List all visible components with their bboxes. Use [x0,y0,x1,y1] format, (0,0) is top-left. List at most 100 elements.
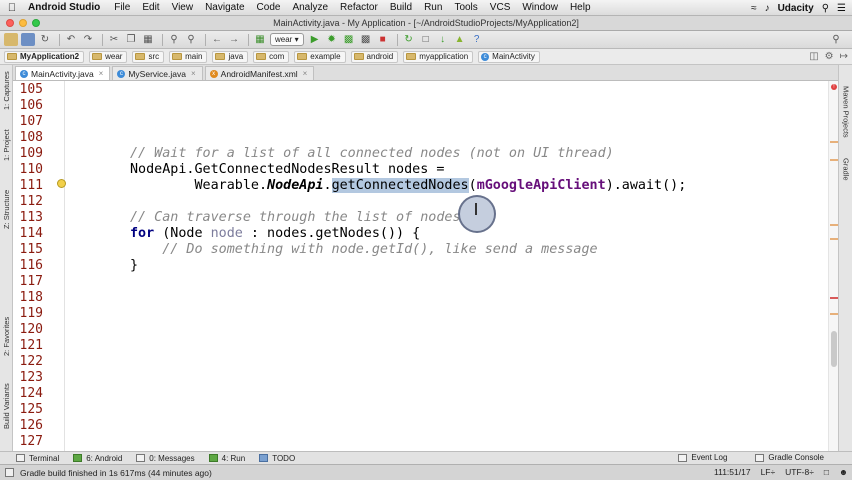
warning-marker[interactable] [830,224,838,226]
close-window-icon[interactable] [6,19,14,27]
apple-menu-icon[interactable]:  [0,2,24,14]
forward-icon[interactable]: → [227,33,241,46]
menu-analyze[interactable]: Analyze [286,2,334,13]
attach-debugger-icon[interactable]: ▩ [359,33,373,46]
menu-edit[interactable]: Edit [136,2,165,13]
editor-scrollbar[interactable]: ! [828,81,838,451]
lock-icon[interactable]: □ [824,467,829,477]
run-tool-button[interactable]: 4: Run [208,454,245,463]
intention-lightbulb-icon[interactable] [57,179,66,188]
run-icon[interactable]: ▶ [308,33,322,46]
paste-icon[interactable]: ▦ [141,33,155,46]
replace-icon[interactable]: ⚲ [184,33,198,46]
warning-marker[interactable] [830,159,838,161]
caret-position[interactable]: 111:51/17 [714,467,751,477]
wifi-icon[interactable]: ≈ [751,3,757,14]
zoom-window-icon[interactable] [32,19,40,27]
app-name-menu[interactable]: Android Studio [24,2,108,13]
error-marker[interactable] [830,297,838,299]
code-editor[interactable]: // Wait for a list of all connected node… [66,81,828,451]
undo-icon[interactable]: ↶ [64,33,78,46]
make-project-icon[interactable]: ▦ [253,33,267,46]
menu-help[interactable]: Help [564,2,597,13]
menu-refactor[interactable]: Refactor [334,2,384,13]
event-log-tool-button[interactable]: Event Log [678,453,727,462]
warning-marker[interactable] [830,141,838,143]
coverage-icon[interactable]: ▩ [342,33,356,46]
hide-icon[interactable]: ↦ [840,51,848,62]
todo-tool-button[interactable]: TODO [259,454,295,463]
android-monitor-icon[interactable]: ▲ [453,33,467,46]
breadcrumb-item[interactable]: myapplication [403,50,474,63]
editor-gutter[interactable]: 105 106 107 108 109 110 111 112 113 114 … [13,81,65,451]
stop-icon[interactable]: ■ [376,33,390,46]
sync-icon[interactable]: ↻ [38,33,52,46]
find-icon[interactable]: ⚲ [167,33,181,46]
run-configuration-select[interactable]: wear ▾ [270,33,304,46]
breadcrumb-item[interactable]: main [169,50,208,63]
collapse-icon[interactable]: ◫ [809,51,818,62]
menu-window[interactable]: Window [516,2,564,13]
close-tab-icon[interactable]: × [303,69,308,78]
warning-marker[interactable] [830,238,838,240]
breadcrumb-item[interactable]: src [132,50,165,63]
gradle-sync-icon[interactable]: ↻ [402,33,416,46]
toggle-tool-windows-icon[interactable] [5,468,14,477]
menu-tools[interactable]: Tools [448,2,483,13]
captures-tool-tab[interactable]: 1: Captures [0,69,13,113]
user-menu[interactable]: Udacity [778,3,814,14]
settings-icon[interactable]: ⚙ [825,51,834,62]
breadcrumb-item[interactable]: wear [89,50,128,63]
search-everywhere-icon[interactable]: ⚲ [829,33,843,46]
android-tool-button[interactable]: 6: Android [73,454,122,463]
error-indicator-icon[interactable]: ! [831,84,837,90]
redo-icon[interactable]: ↷ [81,33,95,46]
terminal-tool-button[interactable]: Terminal [16,454,59,463]
avd-manager-icon[interactable]: □ [419,33,433,46]
volume-icon[interactable]: ♪ [765,3,770,14]
back-icon[interactable]: ← [210,33,224,46]
sdk-manager-icon[interactable]: ↓ [436,33,450,46]
structure-tool-tab[interactable]: Z: Structure [0,181,13,237]
breadcrumb-item[interactable]: example [294,50,346,63]
notification-center-icon[interactable]: ☰ [837,3,846,14]
spotlight-search-icon[interactable]: ⚲ [822,3,829,14]
favorites-tool-tab[interactable]: 2: Favorites [0,307,13,365]
tab-main-activity[interactable]: c MainActivity.java × [15,66,111,80]
scrollbar-thumb[interactable] [831,331,837,367]
minimize-window-icon[interactable] [19,19,27,27]
gradle-tool-tab[interactable]: Gradle [840,151,852,187]
help-icon[interactable]: ? [470,33,484,46]
file-encoding[interactable]: UTF-8÷ [785,467,814,477]
warning-marker[interactable] [830,313,838,315]
copy-icon[interactable]: ❐ [124,33,138,46]
cut-icon[interactable]: ✂ [107,33,121,46]
menu-vcs[interactable]: VCS [484,2,517,13]
close-tab-icon[interactable]: × [99,69,104,78]
messages-tool-button[interactable]: 0: Messages [136,454,195,463]
debug-icon[interactable]: ✹ [325,33,339,46]
menu-navigate[interactable]: Navigate [199,2,250,13]
breadcrumb-item[interactable]: java [212,50,249,63]
selected-method-name[interactable]: getConnectedNodes [331,178,469,193]
open-folder-icon[interactable] [4,33,18,46]
gradle-console-tool-button[interactable]: Gradle Console [755,453,824,462]
breadcrumb-item[interactable]: android [350,50,399,63]
menu-file[interactable]: File [108,2,136,13]
breadcrumb-item[interactable]: c MainActivity [478,50,540,63]
close-tab-icon[interactable]: × [191,69,196,78]
maven-projects-tool-tab[interactable]: Maven Projects [840,83,852,141]
breadcrumb-item[interactable]: com [253,50,290,63]
menu-build[interactable]: Build [384,2,418,13]
menu-run[interactable]: Run [418,2,448,13]
build-variants-tool-tab[interactable]: Build Variants [0,375,13,437]
save-all-icon[interactable] [21,33,35,46]
line-separator[interactable]: LF÷ [761,467,776,477]
status-message[interactable]: Gradle build finished in 1s 617ms (44 mi… [20,468,212,478]
menu-code[interactable]: Code [251,2,287,13]
tab-android-manifest[interactable]: x AndroidManifest.xml × [204,66,315,80]
hector-icon[interactable]: ☻ [839,467,848,477]
breadcrumb-item[interactable]: MyApplication2 [4,50,85,63]
project-tool-tab[interactable]: 1: Project [0,123,13,167]
tab-my-service[interactable]: c MyService.java × [112,66,203,80]
